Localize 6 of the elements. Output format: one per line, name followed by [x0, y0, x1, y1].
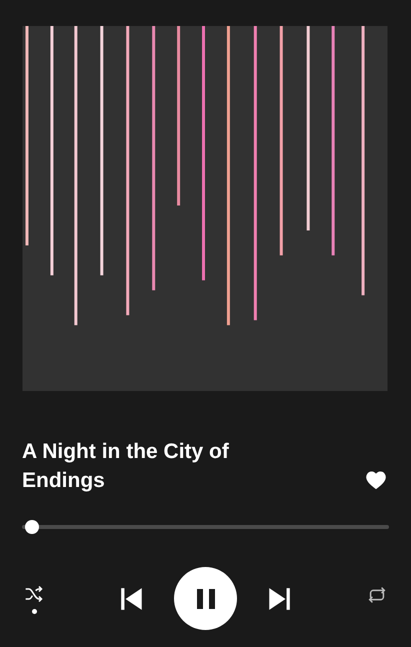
progress-thumb[interactable]: [25, 520, 40, 534]
like-button[interactable]: [364, 469, 388, 491]
progress-slider[interactable]: [22, 520, 389, 534]
shuffle-icon: [24, 584, 44, 604]
previous-button[interactable]: [119, 586, 145, 612]
track-title: A Night in the City of Endings: [22, 439, 230, 494]
